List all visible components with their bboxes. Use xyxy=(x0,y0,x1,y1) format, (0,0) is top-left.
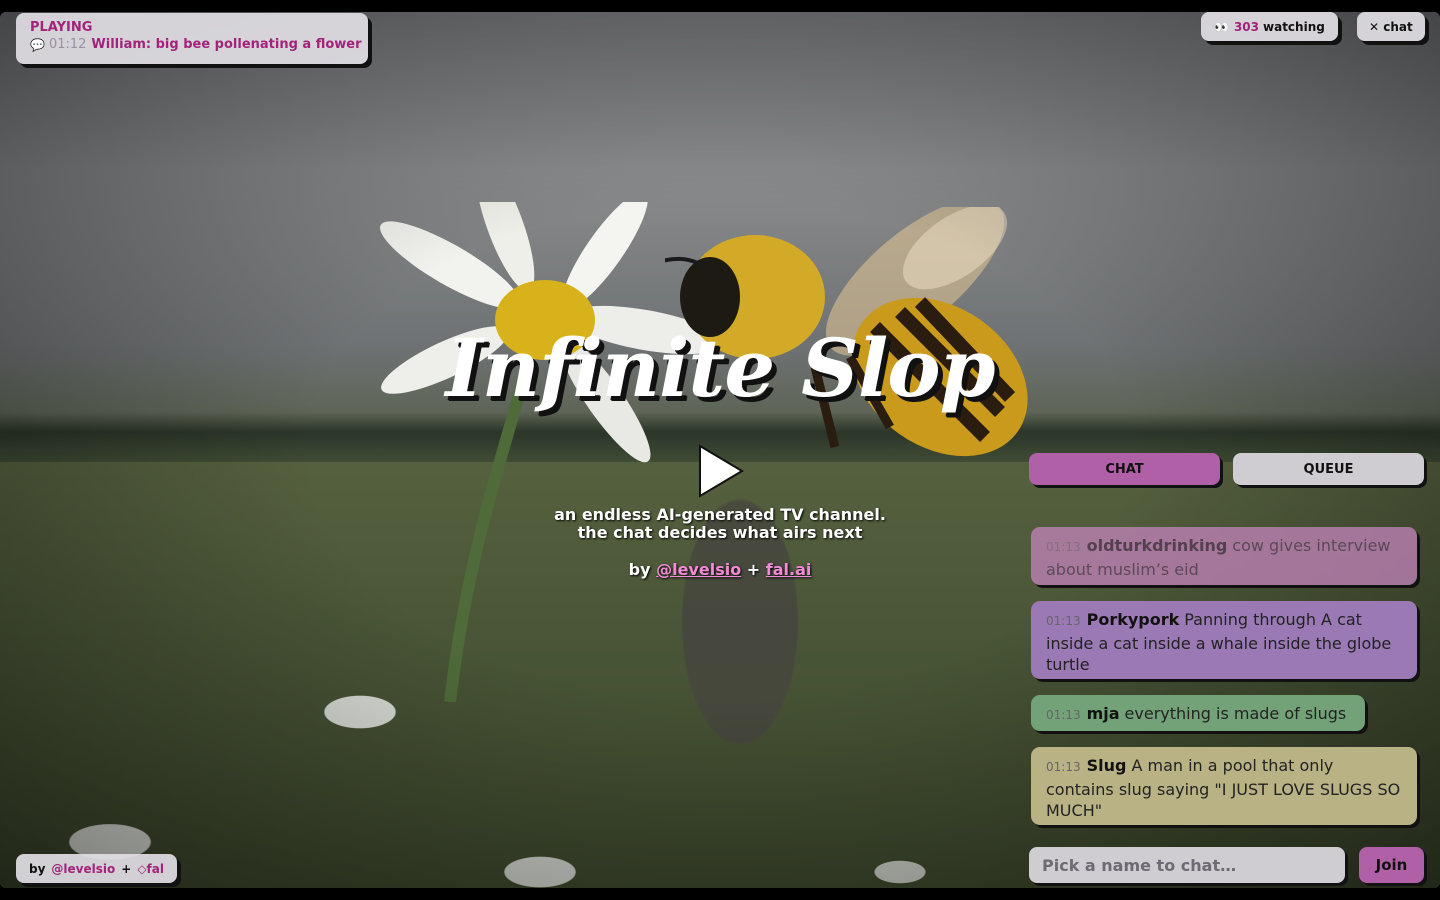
fal-logo-link[interactable]: ◇fal xyxy=(137,862,164,876)
tab-queue[interactable]: QUEUE xyxy=(1233,453,1424,485)
message-text: everything is made of slugs xyxy=(1124,704,1347,723)
page-title: Infinite Slop xyxy=(445,321,995,415)
tagline-line-1: an endless AI-generated TV channel. xyxy=(554,505,886,524)
credit-badge: by @levelsio + ◇fal xyxy=(16,854,177,883)
levelsio-link[interactable]: @levelsio xyxy=(656,560,741,579)
message-time: 01:13 xyxy=(1046,760,1081,774)
playing-status: PLAYING xyxy=(30,20,93,35)
viewer-count-label: watching xyxy=(1263,19,1325,34)
chat-message: 01:13 oldturkdrinking cow gives interview … xyxy=(1031,527,1417,585)
message-time: 01:13 xyxy=(1046,614,1081,628)
now-playing-time: 01:12 xyxy=(48,37,87,52)
now-playing-line: 💬 01:12 William: big bee pollenating a f… xyxy=(30,37,362,52)
chat-message: 01:13 Porkypork Panning through A cat insi… xyxy=(1031,601,1417,679)
now-playing-card: PLAYING 💬 01:12 William: big bee pollena… xyxy=(16,13,368,64)
message-user: oldturkdrinking xyxy=(1086,536,1228,555)
viewer-count: 303 xyxy=(1233,19,1260,34)
viewer-count-badge: 👀 303 watching xyxy=(1201,12,1338,41)
credit-levelsio-link[interactable]: @levelsio xyxy=(51,862,115,876)
chat-name-input[interactable] xyxy=(1029,847,1345,883)
message-user: mja xyxy=(1086,704,1120,723)
speech-bubble-icon: 💬 xyxy=(30,37,45,52)
tab-chat[interactable]: CHAT xyxy=(1029,453,1220,485)
message-time: 01:13 xyxy=(1046,540,1081,554)
fal-link[interactable]: fal.ai xyxy=(766,560,812,579)
chat-message: 01:13 Slug A man in a pool that only conta… xyxy=(1031,747,1417,825)
eyes-icon: 👀 xyxy=(1214,19,1229,34)
close-chat-button[interactable]: ✕ chat xyxy=(1357,12,1425,41)
message-user: Porkypork xyxy=(1086,610,1180,629)
message-time: 01:13 xyxy=(1046,708,1081,722)
play-button[interactable] xyxy=(690,442,750,500)
byline-by: by xyxy=(628,560,651,579)
join-button[interactable]: Join xyxy=(1359,847,1424,883)
credit-plus: + xyxy=(121,861,132,876)
message-user: Slug xyxy=(1086,756,1127,775)
now-playing-title: William: big bee pollenating a flower xyxy=(91,37,362,52)
byline-plus: + xyxy=(746,560,761,579)
credit-by: by xyxy=(29,861,46,876)
chat-message: 01:13 mja everything is made of slugs xyxy=(1031,695,1365,731)
